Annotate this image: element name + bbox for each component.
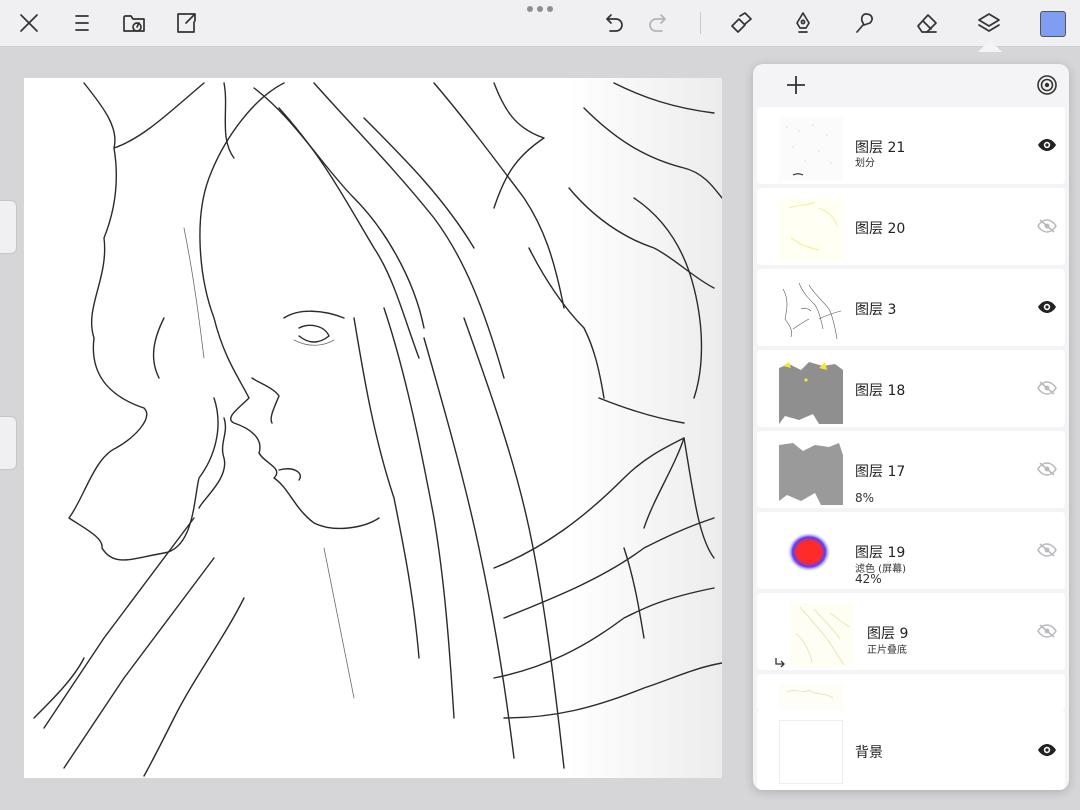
layer-thumbnail: [779, 684, 843, 710]
clipping-mask-icon: [773, 653, 787, 668]
layer-name: 图层 19: [855, 545, 906, 561]
layer-name: 图层 18: [855, 383, 906, 399]
layer-thumbnail: [779, 198, 843, 262]
layers-panel: 图层 21 划分 图层 20 图层 3 图层 18 图层 17 8% 图层 19…: [753, 64, 1069, 790]
plus-icon[interactable]: [783, 72, 809, 98]
layer-blend-mode: 划分: [855, 158, 875, 169]
layer-row[interactable]: 图层 19 滤色 (屏幕) 42%: [757, 512, 1065, 589]
eye-slash-icon[interactable]: [1037, 542, 1057, 558]
layer-row[interactable]: 图层 3: [757, 269, 1065, 346]
layer-options-icon[interactable]: [1036, 74, 1058, 96]
eye-slash-icon[interactable]: [1037, 380, 1057, 396]
eye-slash-icon[interactable]: [1037, 218, 1057, 234]
layer-name: 图层 17: [855, 464, 906, 480]
toolbar-grab-handle[interactable]: [527, 6, 553, 16]
layer-name: 图层 20: [855, 221, 906, 237]
layer-row[interactable]: 图层 21 划分: [757, 107, 1065, 184]
layer-name: 背景: [855, 745, 883, 761]
eye-slash-icon[interactable]: [1037, 461, 1057, 477]
layers-panel-header: [753, 64, 1069, 106]
layer-thumbnail: [790, 603, 854, 667]
layer-row-background[interactable]: 背景: [757, 710, 1065, 790]
eraser-icon[interactable]: [911, 7, 943, 39]
layer-thumbnail: [779, 117, 843, 181]
toolbar-divider: [700, 12, 701, 34]
eye-icon[interactable]: [1037, 299, 1057, 315]
layer-opacity: 8%: [855, 491, 875, 505]
layer-thumbnail: [779, 441, 843, 505]
layers-panel-pointer: [978, 40, 1002, 52]
brush-size-slider-handle[interactable]: [0, 200, 17, 254]
layer-row[interactable]: 图层 17 8%: [757, 431, 1065, 508]
drawing-canvas[interactable]: [24, 78, 722, 778]
layers-icon[interactable]: [973, 7, 1005, 39]
export-icon[interactable]: [170, 7, 202, 39]
eye-icon[interactable]: [1037, 742, 1057, 758]
color-swatch[interactable]: [1040, 11, 1066, 37]
opacity-slider-handle[interactable]: [0, 416, 17, 470]
layer-row[interactable]: 图层 20: [757, 188, 1065, 265]
layer-row[interactable]: 图层 9 正片叠底: [757, 593, 1065, 670]
pen-icon[interactable]: [787, 7, 819, 39]
eye-icon[interactable]: [1037, 137, 1057, 153]
layer-thumbnail: [779, 522, 843, 586]
layer-name: 图层 9: [867, 626, 909, 642]
layer-blend-mode: 正片叠底: [867, 645, 907, 656]
layer-thumbnail: [779, 720, 843, 784]
eye-slash-icon[interactable]: [1037, 623, 1057, 639]
undo-icon[interactable]: [597, 7, 629, 39]
line-art-sketch: [33, 82, 722, 777]
redo-icon[interactable]: [643, 7, 675, 39]
close-icon[interactable]: [13, 7, 45, 39]
layer-thumbnail: [779, 279, 843, 343]
top-toolbar: [0, 0, 1080, 47]
layer-thumbnail: [779, 360, 843, 424]
layer-row-partial[interactable]: [757, 674, 1065, 710]
gallery-icon[interactable]: [118, 7, 150, 39]
layer-opacity: 42%: [855, 572, 882, 586]
smudge-icon[interactable]: [849, 7, 881, 39]
layer-row[interactable]: 图层 18: [757, 350, 1065, 427]
layer-name: 图层 3: [855, 302, 897, 318]
menu-icon[interactable]: [66, 7, 98, 39]
selection-icon[interactable]: [725, 7, 757, 39]
